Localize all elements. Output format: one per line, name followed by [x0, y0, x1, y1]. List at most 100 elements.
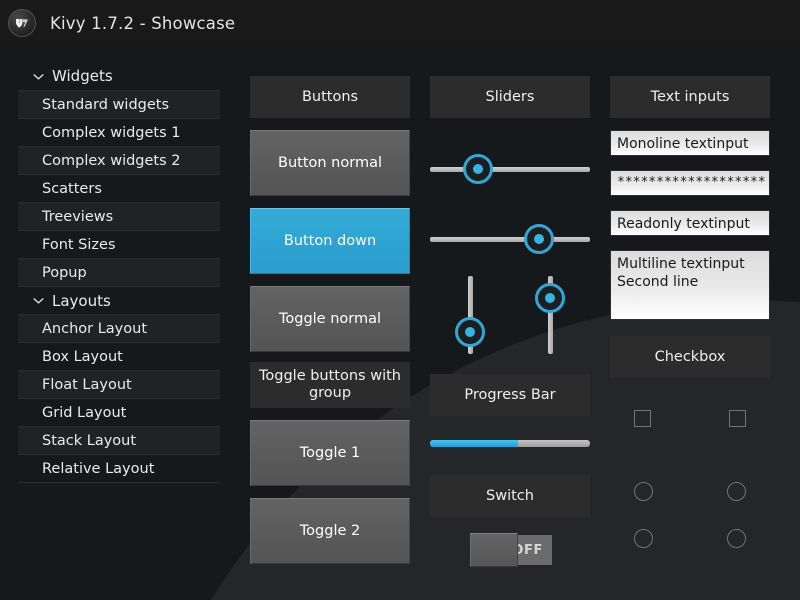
readonly-textinput: Readonly textinput: [610, 210, 770, 236]
sidebar-item-grid-layout[interactable]: Grid Layout: [18, 398, 220, 426]
sidebar-item-scatters[interactable]: Scatters: [18, 174, 220, 202]
sidebar-item-label: Grid Layout: [42, 404, 127, 421]
checkbox-section-header: Checkbox: [610, 336, 770, 378]
sidebar-bottom-divider: [18, 482, 220, 483]
text-inputs-column: Text inputs Monoline textinput *********…: [610, 76, 770, 548]
sidebar-group-layouts[interactable]: Layouts: [18, 286, 220, 314]
button-down[interactable]: Button down: [250, 208, 410, 274]
kivy-logo-icon: [8, 9, 36, 37]
buttons-column: Buttons Button normal Button down Toggle…: [250, 76, 410, 564]
sidebar-item-standard-widgets[interactable]: Standard widgets: [18, 90, 220, 118]
slider-horizontal-1[interactable]: [430, 146, 590, 192]
toggle-2-label: Toggle 2: [299, 522, 361, 539]
toggle-normal-button[interactable]: Toggle normal: [250, 286, 410, 352]
sidebar-item-treeviews[interactable]: Treeviews: [18, 202, 220, 230]
progress-bar-fill: [430, 440, 518, 447]
sidebar-item-label: Complex widgets 2: [42, 152, 181, 169]
app-window: Kivy 1.7.2 - Showcase Widgets Standard w…: [0, 0, 800, 600]
sidebar-item-label: Stack Layout: [42, 432, 137, 449]
monoline-textinput[interactable]: Monoline textinput: [610, 130, 770, 156]
sliders-section-header: Sliders: [430, 76, 590, 118]
sidebar-item-label: Relative Layout: [42, 460, 155, 477]
radio-3[interactable]: [634, 529, 653, 548]
checkbox-1[interactable]: [634, 410, 651, 427]
button-normal[interactable]: Button normal: [250, 130, 410, 196]
sidebar-item-label: Popup: [42, 264, 87, 281]
switch-knob[interactable]: [470, 533, 518, 567]
sidebar-item-label: Complex widgets 1: [42, 124, 181, 141]
sidebar-item-popup[interactable]: Popup: [18, 258, 220, 286]
progress-bar: [430, 440, 590, 447]
button-down-label: Button down: [283, 232, 377, 249]
slider-knob[interactable]: [462, 154, 493, 184]
sidebar-item-relative-layout[interactable]: Relative Layout: [18, 454, 220, 482]
window-title: Kivy 1.7.2 - Showcase: [50, 13, 236, 33]
sidebar-item-label: Anchor Layout: [42, 320, 148, 337]
slider-track: [430, 237, 590, 242]
toggle-normal-label: Toggle normal: [278, 310, 382, 327]
toggle-2-button[interactable]: Toggle 2: [250, 498, 410, 564]
toggle-1-button[interactable]: Toggle 1: [250, 420, 410, 486]
slider-horizontal-2[interactable]: [430, 216, 590, 262]
sidebar-tree: Widgets Standard widgets Complex widgets…: [18, 62, 220, 483]
title-bar: Kivy 1.7.2 - Showcase: [0, 0, 800, 46]
checkbox-2[interactable]: [729, 410, 746, 427]
sidebar-item-label: Font Sizes: [42, 236, 116, 253]
slider-knob[interactable]: [523, 224, 554, 254]
radio-1[interactable]: [634, 482, 653, 501]
buttons-section-header: Buttons: [250, 76, 410, 118]
switch-toggle[interactable]: OFF: [470, 533, 552, 567]
sidebar-item-complex-widgets-2[interactable]: Complex widgets 2: [18, 146, 220, 174]
checkbox-row: [610, 410, 770, 427]
radio-4[interactable]: [727, 529, 746, 548]
sidebar-item-label: Scatters: [42, 180, 102, 197]
sidebar-item-complex-widgets-1[interactable]: Complex widgets 1: [18, 118, 220, 146]
sliders-column: Sliders Progress Bar Switch OFF: [430, 76, 590, 567]
sidebar-item-float-layout[interactable]: Float Layout: [18, 370, 220, 398]
sidebar-group-label: Widgets: [52, 67, 113, 85]
multiline-textinput[interactable]: Multiline textinput Second line: [610, 250, 770, 320]
sidebar-item-font-sizes[interactable]: Font Sizes: [18, 230, 220, 258]
sidebar-group-label: Layouts: [52, 291, 111, 310]
toggle-group-section-header: Toggle buttons with group: [250, 362, 410, 408]
sidebar-group-widgets[interactable]: Widgets: [18, 62, 220, 90]
sidebar-item-stack-layout[interactable]: Stack Layout: [18, 426, 220, 454]
vertical-sliders-group: [430, 270, 590, 362]
slider-vertical-2-knob[interactable]: [535, 283, 565, 314]
button-normal-label: Button normal: [278, 154, 382, 171]
sidebar-item-label: Treeviews: [42, 208, 114, 225]
toggle-1-label: Toggle 1: [299, 444, 361, 461]
sidebar-item-anchor-layout[interactable]: Anchor Layout: [18, 314, 220, 342]
sidebar-item-box-layout[interactable]: Box Layout: [18, 342, 220, 370]
chevron-down-icon: [33, 73, 44, 80]
sidebar-item-label: Float Layout: [42, 376, 132, 393]
slider-track: [430, 167, 590, 172]
text-inputs-section-header: Text inputs: [610, 76, 770, 118]
radio-row-2: [610, 529, 770, 548]
chevron-down-icon: [33, 298, 44, 304]
radio-2[interactable]: [727, 482, 746, 501]
password-textinput[interactable]: *******************: [610, 170, 770, 196]
sidebar-item-label: Standard widgets: [42, 96, 170, 113]
radio-row-1: [610, 482, 770, 501]
slider-vertical-1-knob[interactable]: [455, 316, 485, 347]
